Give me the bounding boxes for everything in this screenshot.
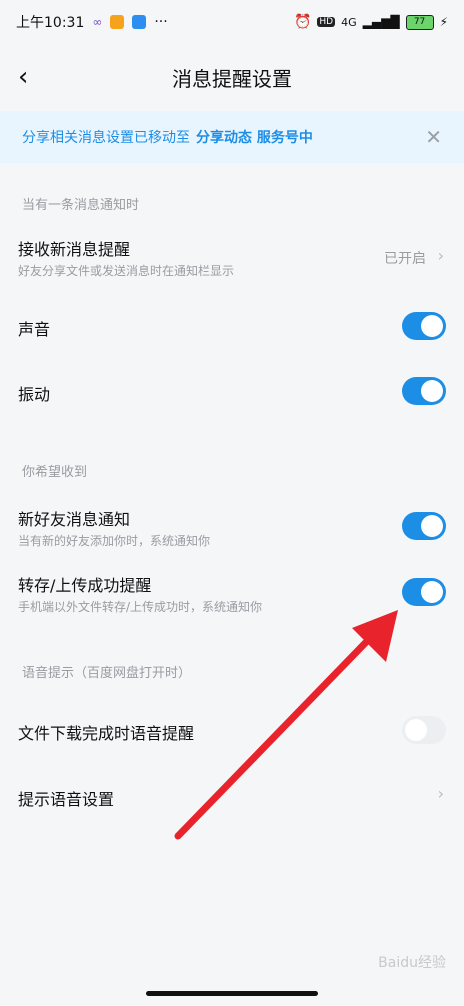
row-subtitle: 当有新的好友添加你时，系统通知你: [18, 534, 211, 548]
status-label: 已开启: [384, 251, 426, 267]
row-subtitle: 好友分享文件或发送消息时在通知栏显示: [18, 264, 235, 278]
row-title: 振动: [18, 385, 51, 404]
toggle-knob: [421, 581, 443, 603]
watermark: Baidu经验: [378, 955, 446, 971]
sound-toggle[interactable]: [402, 312, 446, 340]
link-icon: ∞: [92, 15, 103, 29]
status-time: 上午10:31: [16, 15, 85, 31]
network-label: 4G: [341, 15, 357, 29]
row-title: 声音: [18, 320, 51, 339]
arrow-shaft: [174, 630, 378, 840]
banner-link[interactable]: 分享动态 服务号中: [196, 127, 313, 147]
navigation-bar: ‹ 消息提醒设置: [0, 44, 464, 110]
vibrate-toggle[interactable]: [402, 377, 446, 405]
charging-icon: ⚡: [439, 15, 448, 29]
row-title: 新好友消息通知: [18, 510, 131, 529]
close-icon[interactable]: ✕: [425, 125, 442, 149]
page-title: 消息提醒设置: [172, 66, 292, 91]
toggle-knob: [421, 315, 443, 337]
section-label: 你希望收到: [22, 465, 88, 480]
row-title: 提示语音设置: [18, 790, 115, 809]
more-dots-icon: ···: [154, 14, 168, 30]
sound-row: 声音: [0, 308, 464, 344]
app-notification-icon: [132, 15, 147, 29]
toggle-knob: [421, 515, 443, 537]
app-notification-icon: [110, 15, 125, 29]
new-friend-toggle[interactable]: [402, 512, 446, 540]
red-arrow-annotation: [174, 610, 398, 840]
info-banner: 分享相关消息设置已移动至 分享动态 服务号中 ✕: [0, 111, 464, 163]
alarm-icon: ⏰: [293, 14, 312, 30]
banner-text: 分享相关消息设置已移动至: [22, 130, 190, 146]
section-label: 当有一条消息通知时: [22, 198, 140, 213]
status-left: 上午10:31 ∞ ···: [16, 12, 168, 32]
new-friend-row: 新好友消息通知 当有新的好友添加你时，系统通知你: [0, 500, 464, 556]
home-indicator[interactable]: [146, 991, 318, 996]
battery-icon: 77: [405, 14, 434, 30]
chevron-right-icon: ›: [437, 784, 444, 803]
status-right: ⏰ HD 4G ▂▄▆█ 77 ⚡: [294, 14, 448, 30]
signal-icon: ▂▄▆█: [362, 15, 400, 29]
toggle-knob: [421, 380, 443, 402]
row-title: 转存/上传成功提醒: [18, 576, 152, 595]
status-bar: 上午10:31 ∞ ··· ⏰ HD 4G ▂▄▆█ 77 ⚡: [0, 0, 464, 44]
receive-new-row[interactable]: 接收新消息提醒 好友分享文件或发送消息时在通知栏显示 已开启 ›: [0, 228, 464, 286]
hd-icon: HD: [317, 17, 336, 27]
row-title: 接收新消息提醒: [18, 240, 131, 259]
back-icon[interactable]: ‹: [18, 64, 28, 90]
chevron-right-icon: ›: [437, 246, 444, 265]
vibrate-row: 振动: [0, 373, 464, 409]
